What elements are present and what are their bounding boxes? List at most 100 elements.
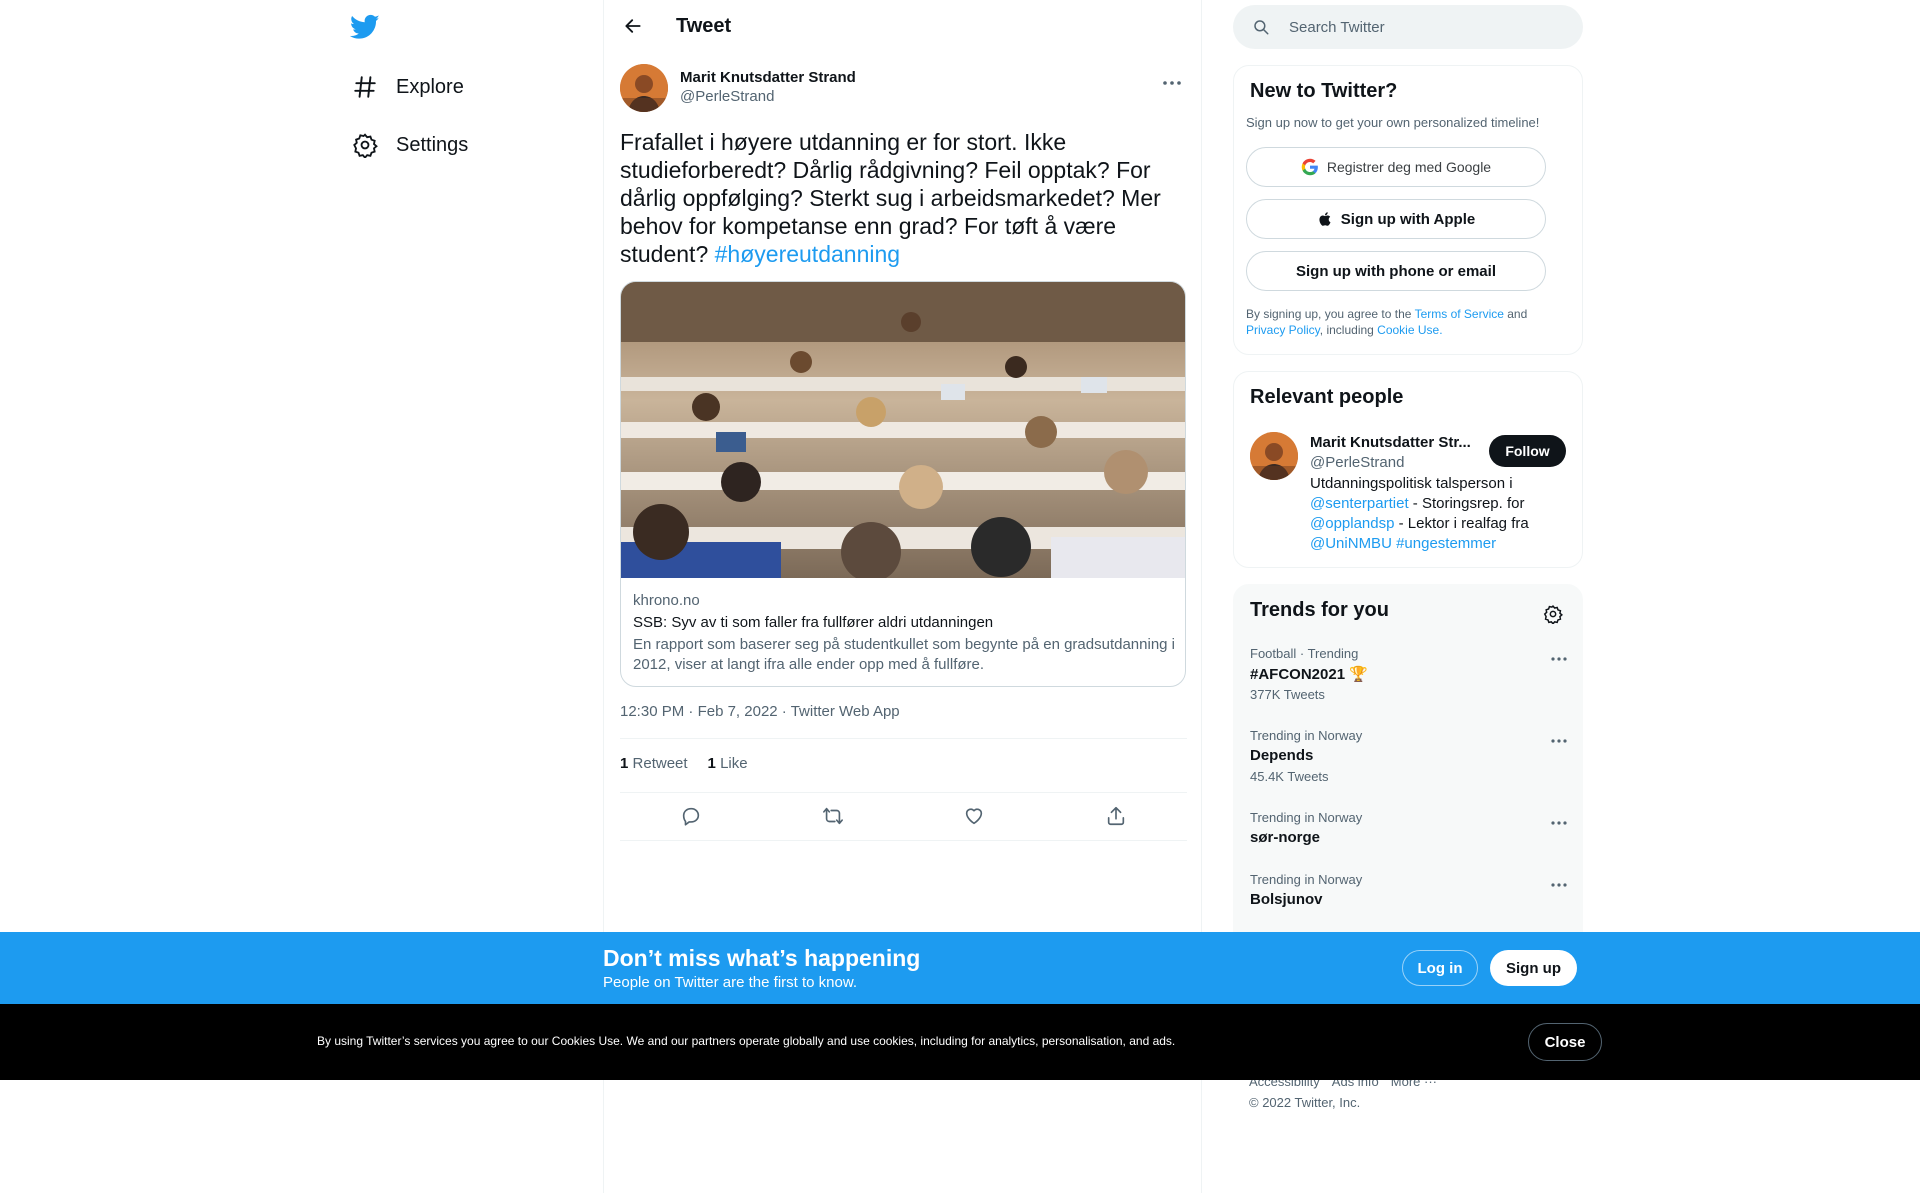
trend-context: Trending in Norway [1250, 810, 1363, 825]
phone-email-signup-button[interactable]: Sign up with phone or email [1246, 251, 1546, 291]
divider [620, 792, 1187, 793]
author-name[interactable]: Marit Knutsdatter Strand [680, 69, 856, 86]
apple-signup-button[interactable]: Sign up with Apple [1246, 199, 1546, 239]
retweets-count: 1 [620, 755, 629, 772]
like-heart-icon[interactable] [957, 799, 991, 833]
tweet-time[interactable]: 12:30 PM [620, 703, 684, 720]
trends-title: Trends for you [1250, 599, 1389, 621]
search-bar[interactable] [1233, 5, 1583, 49]
copyright: © 2022 Twitter, Inc. [1249, 1095, 1361, 1110]
terms-of-service-link[interactable]: Terms of Service [1415, 307, 1504, 321]
trend-name: Depends [1250, 747, 1314, 764]
search-icon [1251, 17, 1271, 37]
bio-text: - Lektor i realfag fra [1394, 515, 1529, 532]
cookie-use-link[interactable]: Cookie Use. [1377, 323, 1442, 337]
bio-text: - Storingsrep. for [1408, 495, 1525, 512]
card-description: En rapport som baserer seg på studentkul… [633, 636, 1176, 673]
privacy-policy-link[interactable]: Privacy Policy [1246, 323, 1320, 337]
tweet-stats: 1 Retweet 1 Like [620, 755, 748, 772]
trend-item[interactable]: Trending in Norway Bolsjunov [1234, 872, 1584, 918]
banner-headline: Don’t miss what’s happening [603, 945, 921, 971]
divider [620, 840, 1187, 841]
cookie-banner: By using Twitter’s services you agree to… [0, 1004, 1920, 1080]
bio-hashtag-link[interactable]: #ungestemmer [1396, 535, 1496, 552]
close-cookie-button[interactable]: Close [1528, 1023, 1602, 1061]
nav-settings[interactable]: Settings [350, 125, 468, 165]
signup-banner: Don’t miss what’s happening People on Tw… [0, 932, 1920, 1004]
terms-prefix: By signing up, you agree to the [1246, 307, 1415, 321]
trend-item[interactable]: Football · Trending #AFCON2021 🏆 377K Tw… [1234, 646, 1584, 712]
trend-count: 45.4K Tweets [1250, 769, 1329, 784]
gear-icon[interactable] [1538, 599, 1568, 629]
signup-subtitle: Sign up now to get your own personalized… [1246, 115, 1540, 130]
relevant-people-title: Relevant people [1250, 386, 1404, 408]
bio-mention-link[interactable]: @UniNMBU [1310, 535, 1392, 552]
more-options-icon[interactable] [1546, 874, 1572, 896]
trend-context: Football · Trending [1250, 646, 1359, 661]
retweets-label: Retweet [632, 755, 688, 772]
tweet-date[interactable]: Feb 7, 2022 [698, 703, 778, 720]
avatar[interactable] [1250, 432, 1298, 480]
phone-email-signup-label: Sign up with phone or email [1295, 262, 1496, 280]
reply-icon[interactable] [674, 799, 708, 833]
avatar[interactable] [620, 64, 668, 112]
hashtag-icon [350, 72, 380, 102]
google-signup-button[interactable]: Registrer deg med Google [1246, 147, 1546, 187]
card-image [621, 282, 1185, 582]
signup-terms: By signing up, you agree to the Terms of… [1246, 306, 1546, 338]
trend-name: Bolsjunov [1250, 891, 1323, 908]
bio-mention-link[interactable]: @senterpartiet [1310, 495, 1409, 512]
tweet-source[interactable]: Twitter Web App [791, 703, 900, 720]
bio-mention-link[interactable]: @opplandsp [1310, 515, 1394, 532]
retweets-stat[interactable]: 1 Retweet [620, 755, 688, 772]
terms-including: , including [1319, 323, 1378, 337]
likes-stat[interactable]: 1 Like [708, 755, 748, 772]
follow-button[interactable]: Follow [1489, 435, 1566, 467]
apple-icon [1317, 210, 1333, 228]
link-card[interactable]: khrono.no SSB: Syv av ti som faller fra … [620, 281, 1186, 687]
terms-and: and [1503, 307, 1528, 321]
trend-item[interactable]: Trending in Norway Depends 45.4K Tweets [1234, 728, 1584, 794]
signup-title: New to Twitter? [1250, 80, 1398, 102]
retweet-icon[interactable] [816, 799, 850, 833]
more-options-icon[interactable] [1546, 730, 1572, 752]
tweet-hashtag[interactable]: #høyereutdanning [715, 241, 900, 267]
person-name[interactable]: Marit Knutsdatter Str... [1310, 434, 1480, 451]
tweet-text: Frafallet i høyere utdanning er for stor… [620, 128, 1180, 268]
likes-count: 1 [707, 755, 716, 772]
tweet-actions [620, 796, 1187, 836]
more-options-icon[interactable] [1546, 812, 1572, 834]
page-title: Tweet [676, 15, 732, 37]
trend-name: #AFCON2021 🏆 [1250, 666, 1368, 683]
back-arrow-icon[interactable] [620, 13, 646, 39]
more-options-icon[interactable] [1546, 648, 1572, 670]
signup-button[interactable]: Sign up [1490, 950, 1577, 986]
nav-explore[interactable]: Explore [350, 67, 464, 107]
person-handle[interactable]: @PerleStrand [1310, 454, 1404, 471]
twitter-bird-icon[interactable] [349, 12, 382, 44]
card-domain: khrono.no [633, 592, 700, 609]
signup-box: New to Twitter? Sign up now to get your … [1233, 65, 1583, 355]
trend-context: Trending in Norway [1250, 728, 1363, 743]
tweet-meta: 12:30 PM · Feb 7, 2022 · Twitter Web App [620, 703, 900, 720]
person-bio: Utdanningspolitisk talsperson i @senterp… [1310, 474, 1560, 554]
nav-explore-label: Explore [396, 75, 464, 98]
google-signup-label: Registrer deg med Google [1326, 159, 1492, 175]
gear-icon [350, 130, 380, 160]
nav-settings-label: Settings [396, 133, 469, 156]
cookie-text: By using Twitter’s services you agree to… [317, 1034, 1176, 1048]
more-options-icon[interactable] [1157, 68, 1187, 98]
share-icon[interactable] [1099, 799, 1133, 833]
trend-item[interactable]: Trending in Norway sør-norge [1234, 810, 1584, 856]
apple-signup-label: Sign up with Apple [1340, 210, 1476, 228]
banner-subline: People on Twitter are the first to know. [603, 974, 858, 991]
author-handle[interactable]: @PerleStrand [680, 88, 774, 105]
trends-box: Trends for you Football · Trending #AFCO… [1233, 584, 1583, 984]
likes-label: Like [720, 755, 748, 772]
login-button[interactable]: Log in [1402, 950, 1478, 986]
tweet-author: Marit Knutsdatter Strand @PerleStrand [620, 64, 1187, 114]
trend-context: Trending in Norway [1250, 872, 1363, 887]
tweet-header: Tweet [604, 0, 1201, 53]
trend-name: sør-norge [1250, 829, 1321, 846]
search-input[interactable] [1289, 18, 1559, 36]
